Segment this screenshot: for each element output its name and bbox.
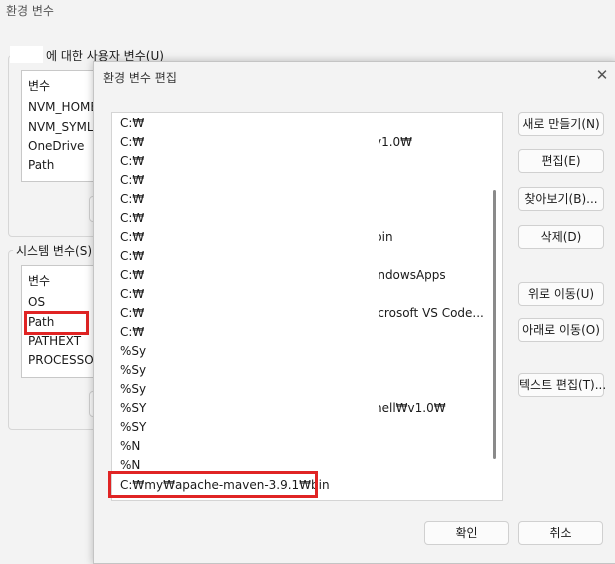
path-entries-list[interactable]: C:₩ C:₩ v1.0₩ C:₩ C:₩ C:₩ C:₩ C:₩ pin C:₩ C:₩ indow… <box>111 112 503 501</box>
edit-environment-variable-dialog: 환경 변수 편집 ✕ C:₩ C:₩ v1.0₩ C:₩ C:₩ C:₩ C:₩ C:₩ pin… <box>93 61 615 564</box>
path-entry-tail: hell₩v1.0₩ <box>374 401 446 415</box>
list-item[interactable]: OS <box>28 295 45 309</box>
path-highlight-box <box>24 311 89 335</box>
path-entry-prefix: C:₩ <box>120 154 145 168</box>
user-variables-header: 변수 <box>28 79 51 93</box>
scrollbar-thumb[interactable] <box>493 190 496 459</box>
edit-button[interactable]: 편집(E) <box>518 149 604 173</box>
path-entry-prefix: C:₩ <box>120 230 145 244</box>
delete-button[interactable]: 삭제(D) <box>518 225 604 249</box>
edit-text-button[interactable]: 텍스트 편집(T)... <box>518 373 606 397</box>
path-entry-prefix: C:₩ <box>120 116 145 130</box>
ok-button[interactable]: 확인 <box>424 521 509 545</box>
system-variables-header: 변수 <box>28 274 51 288</box>
system-variables-legend: 시스템 변수(S) <box>13 242 95 259</box>
list-item[interactable]: PATHEXT <box>28 334 81 348</box>
list-item[interactable]: NVM_HOME <box>28 100 98 114</box>
redacted-path-area <box>161 113 379 468</box>
path-entry-prefix: C:₩ <box>120 135 145 149</box>
selected-entry-highlight-box <box>108 471 318 498</box>
path-entry-prefix: %N <box>120 458 141 472</box>
list-item[interactable]: PROCESSOR <box>28 353 101 367</box>
path-entry-prefix: C:₩ <box>120 287 145 301</box>
close-icon[interactable]: ✕ <box>594 67 610 83</box>
path-entry-prefix: %SY <box>120 401 147 415</box>
path-entry-prefix: C:₩ <box>120 249 145 263</box>
user-variables-list[interactable]: 변수 NVM_HOME NVM_SYMLINK OneDrive Path <box>21 70 102 182</box>
move-down-button[interactable]: 아래로 이동(O) <box>518 318 604 342</box>
path-entry-prefix: C:₩ <box>120 306 145 320</box>
path-entry-tail: v1.0₩ <box>374 135 413 149</box>
redacted-username <box>10 46 43 63</box>
move-up-button[interactable]: 위로 이동(U) <box>518 282 604 306</box>
list-item[interactable]: NVM_SYMLINK <box>28 120 101 134</box>
path-entry-tail: icrosoft VS Code... <box>374 306 484 320</box>
path-entry-prefix: C:₩ <box>120 192 145 206</box>
list-item[interactable]: Path <box>28 158 54 172</box>
path-entry-prefix: %SY <box>120 420 147 434</box>
list-item[interactable]: OneDrive <box>28 139 84 153</box>
path-entry-tail: indowsApps <box>374 268 446 282</box>
path-entry-prefix: %Sy <box>120 344 147 358</box>
scrollbar[interactable] <box>492 115 498 498</box>
new-button[interactable]: 새로 만들기(N) <box>518 112 604 136</box>
path-entry-prefix: %N <box>120 439 141 453</box>
background-window-title: 환경 변수 <box>6 4 54 18</box>
browse-button[interactable]: 찾아보기(B)... <box>518 187 604 211</box>
path-entry-prefix: C:₩ <box>120 268 145 282</box>
dialog-title: 환경 변수 편집 <box>103 71 177 85</box>
path-entry-prefix: C:₩ <box>120 211 145 225</box>
cancel-button[interactable]: 취소 <box>518 521 603 545</box>
path-entry-prefix: C:₩ <box>120 325 145 339</box>
path-entry-prefix: %Sy <box>120 382 147 396</box>
path-entry-prefix: C:₩ <box>120 173 145 187</box>
path-entry-prefix: %Sy <box>120 363 147 377</box>
